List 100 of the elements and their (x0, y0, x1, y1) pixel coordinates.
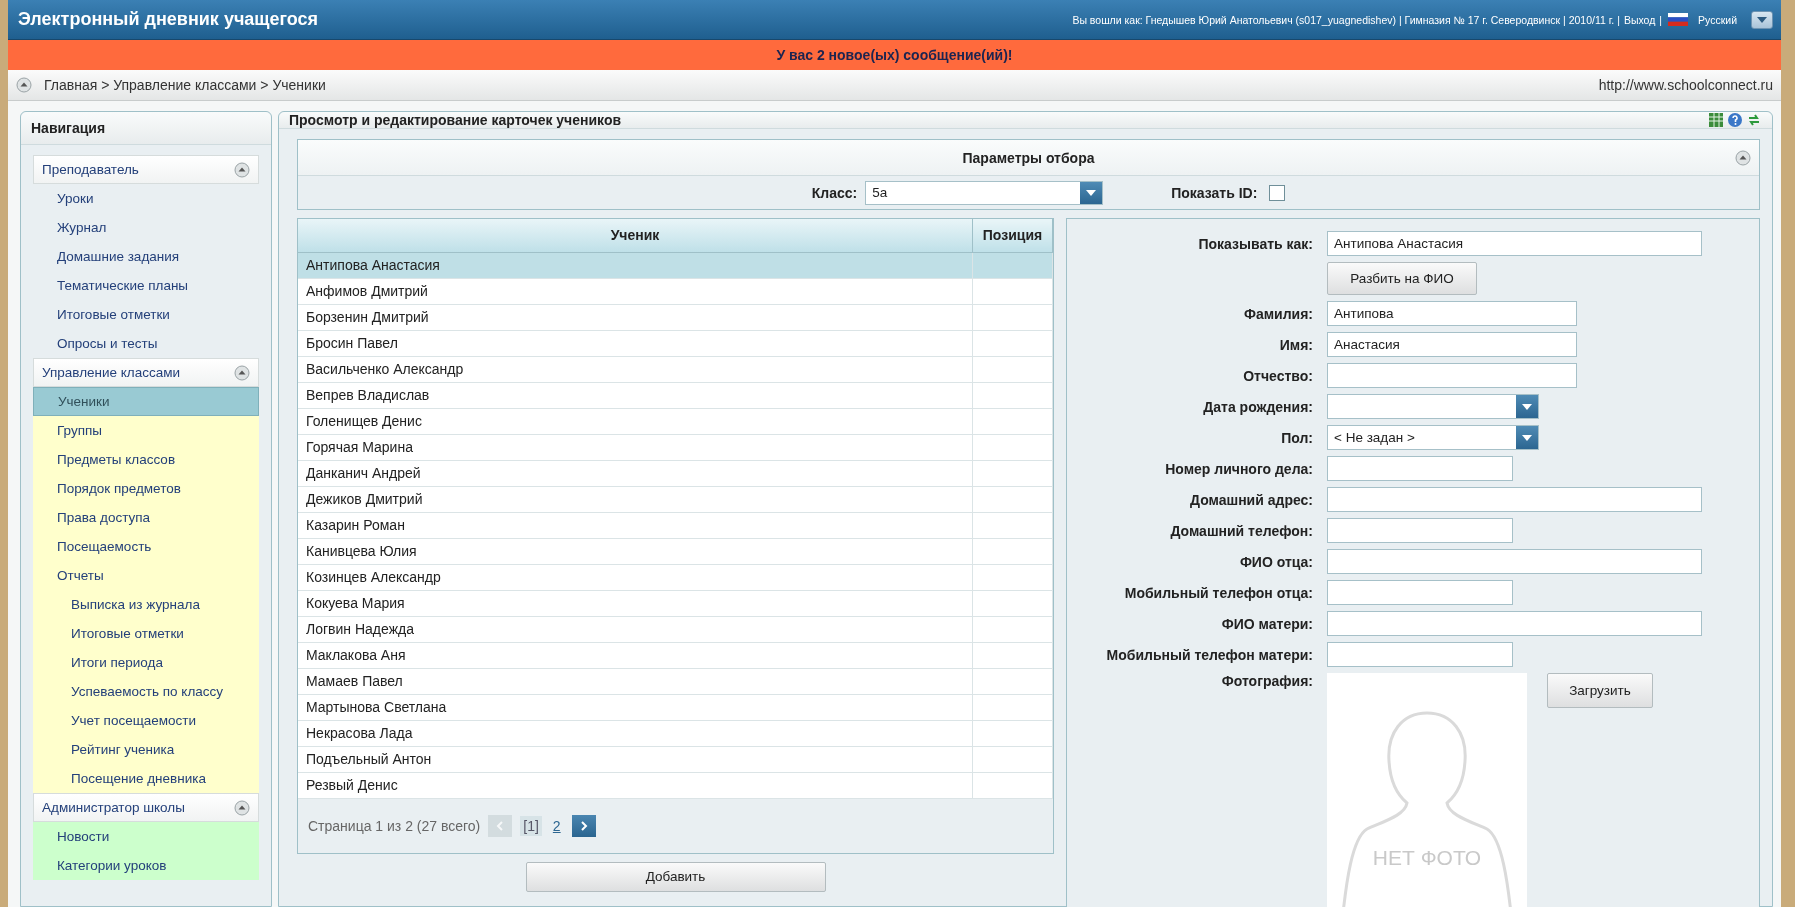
text-field[interactable]: Антипова Анастасия (1327, 231, 1702, 256)
student-name-cell[interactable]: Козинцев Александр (298, 564, 973, 590)
nav-item[interactable]: Ученики (33, 387, 259, 416)
nav-item[interactable]: Учет посещаемости (33, 706, 259, 735)
message-notice[interactable]: У вас 2 новое(ых) сообщение(ий)! (8, 40, 1781, 70)
dropdown-button[interactable] (1080, 181, 1103, 204)
nav-group-header[interactable]: Администратор школы (33, 793, 259, 822)
help-icon[interactable] (1727, 112, 1743, 128)
language-link[interactable]: Русский (1698, 13, 1737, 26)
student-name-cell[interactable]: Мартынова Светлана (298, 694, 973, 720)
page-link[interactable]: [1] (520, 815, 542, 836)
field-label: Пол: (1280, 429, 1313, 446)
logout-link[interactable]: Выход (1623, 13, 1656, 26)
nav-item[interactable]: Посещаемость (33, 532, 259, 561)
student-name-cell[interactable]: Казарин Роман (298, 512, 973, 538)
page-summary: Страница 1 из 2 (27 всего) (308, 817, 481, 834)
collapse-icon[interactable] (234, 364, 250, 381)
student-name-cell[interactable]: Антипова Анастасия (298, 252, 973, 278)
collapse-icon[interactable] (16, 77, 32, 93)
field-label: Домашний адрес: (1189, 491, 1313, 508)
add-button[interactable]: Добавить (525, 861, 826, 892)
text-field[interactable] (1327, 580, 1513, 605)
class-dropdown[interactable]: 5а (865, 180, 1104, 205)
nav-item[interactable]: Предметы классов (33, 445, 259, 474)
student-name-cell[interactable]: Голенищев Денис (298, 408, 973, 434)
student-name-cell[interactable]: Васильченко Александр (298, 356, 973, 382)
student-name-cell[interactable]: Маклакова Аня (298, 642, 973, 668)
show-id-checkbox[interactable] (1269, 184, 1286, 201)
student-name-cell[interactable]: Некрасова Лада (298, 720, 973, 746)
text-field[interactable] (1327, 518, 1513, 543)
nav-item[interactable]: Итоги периода (33, 648, 259, 677)
text-field[interactable] (1327, 611, 1702, 636)
student-name-cell[interactable]: Данканич Андрей (298, 460, 973, 486)
column-header[interactable]: Ученик (298, 219, 973, 252)
student-name-cell[interactable]: Горячая Марина (298, 434, 973, 460)
field-label: Домашний телефон: (1169, 522, 1313, 539)
nav-item[interactable]: Новости (33, 822, 259, 851)
student-name-cell[interactable]: Подъельный Антон (298, 746, 973, 772)
collapse-icon[interactable] (234, 161, 250, 178)
nav-item[interactable]: Итоговые отметки (33, 300, 259, 329)
upload-button[interactable]: Загрузить (1547, 673, 1653, 708)
text-field[interactable]: Анастасия (1327, 332, 1577, 357)
split-name-button[interactable]: Разбить на ФИО (1327, 262, 1477, 295)
filter-title: Параметры отбора (962, 149, 1095, 166)
nav-item[interactable]: Успеваемость по классу (33, 677, 259, 706)
dropdown-field[interactable]: < Не задан > (1327, 425, 1539, 450)
collapse-icon[interactable] (234, 799, 250, 816)
student-name-cell[interactable]: Вепрев Владислав (298, 382, 973, 408)
student-name-cell[interactable]: Бросин Павел (298, 330, 973, 356)
nav-item[interactable]: Рейтинг ученика (33, 735, 259, 764)
column-header[interactable]: Позиция (972, 219, 1053, 252)
dropdown-arrow-icon (1086, 189, 1097, 196)
nav-item[interactable]: Группы (33, 416, 259, 445)
collapse-icon[interactable] (1735, 150, 1751, 166)
student-name-cell[interactable]: Резвый Денис (298, 772, 973, 798)
nav-item[interactable]: Выписка из журнала (33, 590, 259, 619)
text-field[interactable] (1327, 487, 1702, 512)
nav-item[interactable]: Порядок предметов (33, 474, 259, 503)
refresh-icon[interactable] (1746, 112, 1762, 128)
nav-item[interactable]: Категории уроков (33, 851, 259, 880)
field-label: ФИО матери: (1220, 615, 1313, 632)
text-field[interactable] (1327, 642, 1513, 667)
dropdown-button[interactable] (1516, 426, 1538, 449)
nav-item[interactable]: Итоговые отметки (33, 619, 259, 648)
nav-item[interactable]: Опросы и тесты (33, 329, 259, 358)
nav-group-header[interactable]: Преподаватель (33, 155, 259, 184)
menu-dropdown-button[interactable] (1751, 10, 1773, 29)
field-label: Имя: (1278, 336, 1313, 353)
panel-title: Просмотр и редактирование карточек учеников (289, 112, 622, 128)
chevron-right-icon (579, 820, 588, 831)
breadcrumb[interactable]: Главная > Управление классами > Ученики (44, 77, 1587, 93)
nav-item[interactable]: Права доступа (33, 503, 259, 532)
nav-group-header[interactable]: Управление классами (33, 358, 259, 387)
nav-item[interactable]: Посещение дневника (33, 764, 259, 793)
student-name-cell[interactable]: Дежиков Дмитрий (298, 486, 973, 512)
nav-item[interactable]: Домашние задания (33, 242, 259, 271)
next-page-button[interactable] (571, 814, 596, 837)
student-name-cell[interactable]: Анфимов Дмитрий (298, 278, 973, 304)
nav-item[interactable]: Тематические планы (33, 271, 259, 300)
text-field[interactable]: Антипова (1327, 301, 1577, 326)
dropdown-field[interactable] (1327, 394, 1539, 419)
dropdown-button[interactable] (1516, 395, 1538, 418)
nav-item[interactable]: Журнал (33, 213, 259, 242)
student-name-cell[interactable]: Борзенин Дмитрий (298, 304, 973, 330)
text-field[interactable] (1327, 456, 1513, 481)
page-link[interactable]: 2 (549, 815, 564, 836)
student-name-cell[interactable]: Канивцева Юлия (298, 538, 973, 564)
nav-item[interactable]: Уроки (33, 184, 259, 213)
student-name-cell[interactable]: Кокуева Мария (298, 590, 973, 616)
site-url: http://www.schoolconnect.ru (1598, 77, 1773, 93)
nav-item[interactable]: Отчеты (33, 561, 259, 590)
spreadsheet-icon[interactable] (1708, 112, 1724, 128)
student-name-cell[interactable]: Логвин Надежда (298, 616, 973, 642)
nav-group-label: Управление классами (42, 365, 181, 380)
text-field[interactable] (1327, 363, 1577, 388)
dropdown-arrow-icon (1522, 403, 1532, 410)
dropdown-value: < Не задан > (1334, 430, 1415, 445)
text-field[interactable] (1327, 549, 1702, 574)
student-name-cell[interactable]: Мамаев Павел (298, 668, 973, 694)
show-id-label: Показать ID: (1171, 184, 1258, 201)
